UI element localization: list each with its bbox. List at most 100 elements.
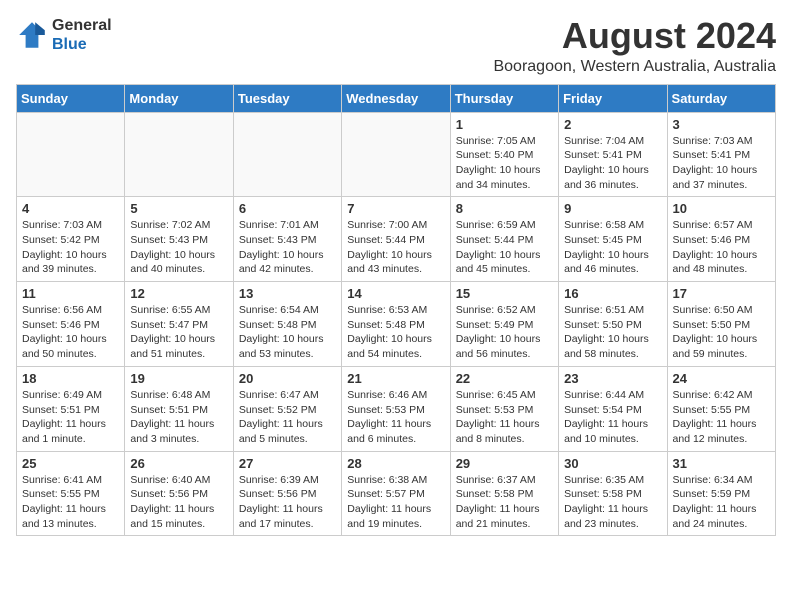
month-year: August 2024 — [493, 16, 776, 56]
day-info: Sunrise: 6:35 AMSunset: 5:58 PMDaylight:… — [564, 473, 661, 532]
day-info: Sunrise: 6:57 AMSunset: 5:46 PMDaylight:… — [673, 218, 770, 277]
day-number: 7 — [347, 201, 444, 216]
day-number: 13 — [239, 286, 336, 301]
day-number: 3 — [673, 117, 770, 132]
day-number: 2 — [564, 117, 661, 132]
day-info: Sunrise: 6:55 AMSunset: 5:47 PMDaylight:… — [130, 303, 227, 362]
logo: General Blue — [16, 16, 112, 54]
day-info: Sunrise: 7:05 AMSunset: 5:40 PMDaylight:… — [456, 134, 553, 193]
calendar-day-cell: 29Sunrise: 6:37 AMSunset: 5:58 PMDayligh… — [450, 451, 558, 536]
calendar-day-cell: 9 Sunrise: 6:58 AMSunset: 5:45 PMDaylight… — [559, 197, 667, 282]
day-number: 22 — [456, 371, 553, 386]
calendar-day-cell: 30Sunrise: 6:35 AMSunset: 5:58 PMDayligh… — [559, 451, 667, 536]
calendar-day-cell — [17, 112, 125, 197]
day-info: Sunrise: 6:41 AMSunset: 5:55 PMDaylight:… — [22, 473, 119, 532]
day-number: 17 — [673, 286, 770, 301]
calendar-table: SundayMondayTuesdayWednesdayThursdayFrid… — [16, 84, 776, 537]
day-info: Sunrise: 6:46 AMSunset: 5:53 PMDaylight:… — [347, 388, 444, 447]
weekday-header-cell: Wednesday — [342, 84, 450, 112]
day-info: Sunrise: 6:38 AMSunset: 5:57 PMDaylight:… — [347, 473, 444, 532]
calendar-day-cell: 21Sunrise: 6:46 AMSunset: 5:53 PMDayligh… — [342, 366, 450, 451]
calendar-day-cell: 8 Sunrise: 6:59 AMSunset: 5:44 PMDaylight… — [450, 197, 558, 282]
day-number: 25 — [22, 456, 119, 471]
calendar-day-cell: 17 Sunrise: 6:50 AMSunset: 5:50 PMDayligh… — [667, 282, 775, 367]
day-info: Sunrise: 6:51 AMSunset: 5:50 PMDaylight:… — [564, 303, 661, 362]
day-number: 18 — [22, 371, 119, 386]
calendar-day-cell: 5Sunrise: 7:02 AMSunset: 5:43 PMDaylight… — [125, 197, 233, 282]
day-info: Sunrise: 6:44 AMSunset: 5:54 PMDaylight:… — [564, 388, 661, 447]
calendar-day-cell: 7 Sunrise: 7:00 AMSunset: 5:44 PMDaylight… — [342, 197, 450, 282]
day-info: Sunrise: 7:03 AMSunset: 5:42 PMDaylight:… — [22, 218, 119, 277]
day-number: 16 — [564, 286, 661, 301]
day-number: 1 — [456, 117, 553, 132]
calendar-day-cell: 31 Sunrise: 6:34 AMSunset: 5:59 PMDayligh… — [667, 451, 775, 536]
day-info: Sunrise: 6:39 AMSunset: 5:56 PMDaylight:… — [239, 473, 336, 532]
calendar-body: 1 Sunrise: 7:05 AMSunset: 5:40 PMDaylight… — [17, 112, 776, 536]
weekday-header-cell: Monday — [125, 84, 233, 112]
day-info: Sunrise: 7:01 AMSunset: 5:43 PMDaylight:… — [239, 218, 336, 277]
day-info: Sunrise: 6:59 AMSunset: 5:44 PMDaylight:… — [456, 218, 553, 277]
weekday-header-cell: Thursday — [450, 84, 558, 112]
day-info: Sunrise: 6:50 AMSunset: 5:50 PMDaylight:… — [673, 303, 770, 362]
calendar-week-row: 25 Sunrise: 6:41 AMSunset: 5:55 PMDayligh… — [17, 451, 776, 536]
title-block: August 2024 Booragoon, Western Australia… — [493, 16, 776, 76]
day-info: Sunrise: 6:53 AMSunset: 5:48 PMDaylight:… — [347, 303, 444, 362]
day-info: Sunrise: 6:47 AMSunset: 5:52 PMDaylight:… — [239, 388, 336, 447]
day-number: 4 — [22, 201, 119, 216]
calendar-day-cell — [125, 112, 233, 197]
calendar-day-cell: 15 Sunrise: 6:52 AMSunset: 5:49 PMDayligh… — [450, 282, 558, 367]
day-info: Sunrise: 6:49 AMSunset: 5:51 PMDaylight:… — [22, 388, 119, 447]
day-info: Sunrise: 7:03 AMSunset: 5:41 PMDaylight:… — [673, 134, 770, 193]
calendar-day-cell: 18 Sunrise: 6:49 AMSunset: 5:51 PMDayligh… — [17, 366, 125, 451]
calendar-week-row: 11Sunrise: 6:56 AMSunset: 5:46 PMDayligh… — [17, 282, 776, 367]
day-number: 20 — [239, 371, 336, 386]
calendar-day-cell: 1 Sunrise: 7:05 AMSunset: 5:40 PMDaylight… — [450, 112, 558, 197]
calendar-day-cell: 14 Sunrise: 6:53 AMSunset: 5:48 PMDayligh… — [342, 282, 450, 367]
day-number: 27 — [239, 456, 336, 471]
day-number: 8 — [456, 201, 553, 216]
day-number: 5 — [130, 201, 227, 216]
calendar-day-cell: 12 Sunrise: 6:55 AMSunset: 5:47 PMDayligh… — [125, 282, 233, 367]
calendar-week-row: 18 Sunrise: 6:49 AMSunset: 5:51 PMDayligh… — [17, 366, 776, 451]
day-number: 14 — [347, 286, 444, 301]
calendar-day-cell: 27 Sunrise: 6:39 AMSunset: 5:56 PMDayligh… — [233, 451, 341, 536]
calendar-day-cell — [233, 112, 341, 197]
calendar-day-cell: 3 Sunrise: 7:03 AMSunset: 5:41 PMDaylight… — [667, 112, 775, 197]
calendar-day-cell: 23 Sunrise: 6:44 AMSunset: 5:54 PMDayligh… — [559, 366, 667, 451]
logo-icon — [16, 19, 48, 51]
day-number: 24 — [673, 371, 770, 386]
weekday-header-row: SundayMondayTuesdayWednesdayThursdayFrid… — [17, 84, 776, 112]
weekday-header-cell: Saturday — [667, 84, 775, 112]
day-number: 23 — [564, 371, 661, 386]
day-number: 12 — [130, 286, 227, 301]
calendar-day-cell: 24 Sunrise: 6:42 AMSunset: 5:55 PMDayligh… — [667, 366, 775, 451]
calendar-day-cell: 25 Sunrise: 6:41 AMSunset: 5:55 PMDayligh… — [17, 451, 125, 536]
calendar-day-cell: 22Sunrise: 6:45 AMSunset: 5:53 PMDayligh… — [450, 366, 558, 451]
day-info: Sunrise: 6:40 AMSunset: 5:56 PMDaylight:… — [130, 473, 227, 532]
day-info: Sunrise: 6:48 AMSunset: 5:51 PMDaylight:… — [130, 388, 227, 447]
weekday-header-cell: Sunday — [17, 84, 125, 112]
calendar-day-cell: 28 Sunrise: 6:38 AMSunset: 5:57 PMDayligh… — [342, 451, 450, 536]
day-info: Sunrise: 6:52 AMSunset: 5:49 PMDaylight:… — [456, 303, 553, 362]
calendar-day-cell — [342, 112, 450, 197]
day-info: Sunrise: 7:04 AMSunset: 5:41 PMDaylight:… — [564, 134, 661, 193]
day-number: 31 — [673, 456, 770, 471]
day-number: 9 — [564, 201, 661, 216]
day-info: Sunrise: 6:56 AMSunset: 5:46 PMDaylight:… — [22, 303, 119, 362]
day-info: Sunrise: 7:00 AMSunset: 5:44 PMDaylight:… — [347, 218, 444, 277]
day-number: 19 — [130, 371, 227, 386]
day-number: 29 — [456, 456, 553, 471]
day-info: Sunrise: 6:58 AMSunset: 5:45 PMDaylight:… — [564, 218, 661, 277]
calendar-day-cell: 19 Sunrise: 6:48 AMSunset: 5:51 PMDayligh… — [125, 366, 233, 451]
calendar-week-row: 1 Sunrise: 7:05 AMSunset: 5:40 PMDaylight… — [17, 112, 776, 197]
day-number: 10 — [673, 201, 770, 216]
calendar-day-cell: 2 Sunrise: 7:04 AMSunset: 5:41 PMDaylight… — [559, 112, 667, 197]
day-number: 28 — [347, 456, 444, 471]
day-info: Sunrise: 6:34 AMSunset: 5:59 PMDaylight:… — [673, 473, 770, 532]
day-number: 6 — [239, 201, 336, 216]
day-number: 26 — [130, 456, 227, 471]
day-info: Sunrise: 6:42 AMSunset: 5:55 PMDaylight:… — [673, 388, 770, 447]
calendar-day-cell: 13Sunrise: 6:54 AMSunset: 5:48 PMDayligh… — [233, 282, 341, 367]
calendar-day-cell: 16 Sunrise: 6:51 AMSunset: 5:50 PMDayligh… — [559, 282, 667, 367]
day-number: 15 — [456, 286, 553, 301]
